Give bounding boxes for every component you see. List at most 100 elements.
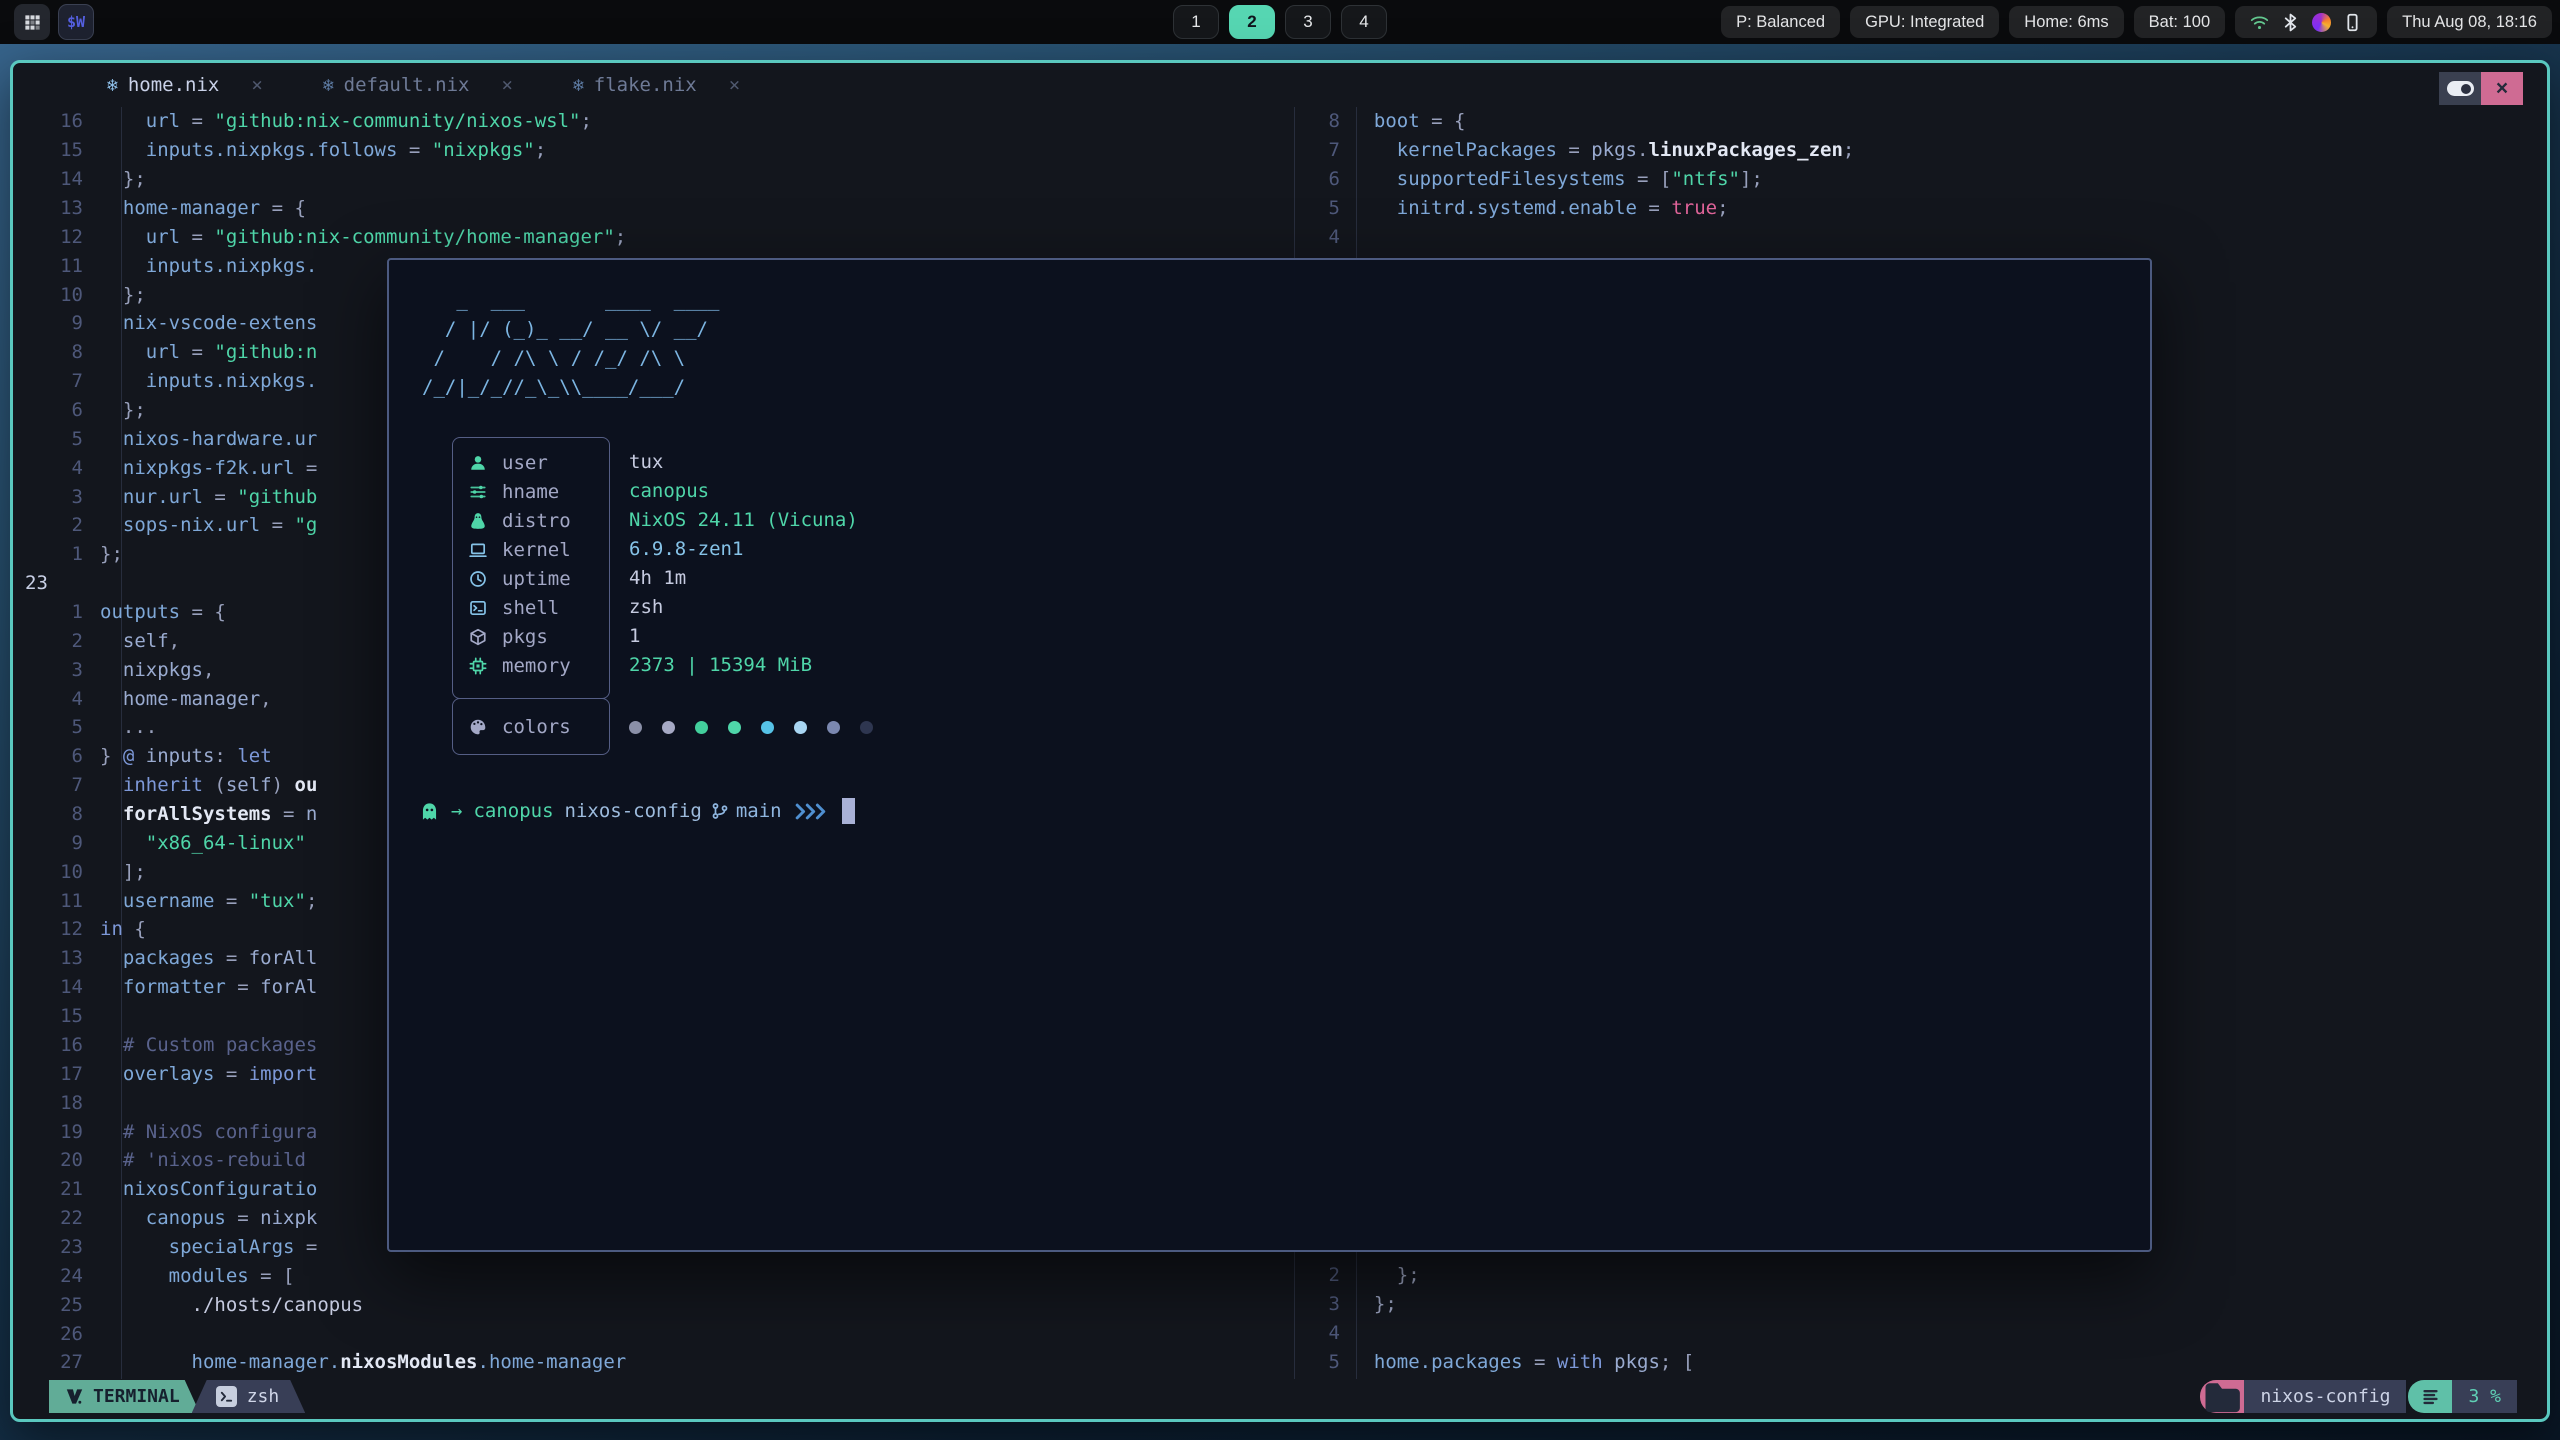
code-text: packages = forAll: [100, 947, 317, 969]
vim-icon: [65, 1387, 84, 1406]
line-number: 6: [1290, 168, 1340, 190]
fetch-value-hname: canopus: [629, 476, 858, 505]
line-number: 12: [13, 918, 83, 940]
git-branch-icon: [711, 802, 729, 820]
prompt-arrow: →: [451, 800, 462, 822]
fetch-value-distro: NixOS 24.11 (Vicuna): [629, 505, 858, 534]
code-text: home-manager.nixosModules.home-manager: [100, 1351, 626, 1373]
line-number: 19: [13, 1121, 83, 1143]
line-number: 13: [13, 197, 83, 219]
line-number: 2: [13, 514, 83, 536]
prompt-branch: main: [736, 800, 782, 822]
fetch-row-uptime: uptime: [453, 564, 609, 593]
code-text: inherit (self) ou: [100, 774, 317, 796]
tab-close-icon[interactable]: ×: [251, 74, 262, 96]
code-text: initrd.systemd.enable = true;: [1351, 197, 1729, 219]
code-text: url = "github:nix-community/home-manager…: [100, 226, 626, 248]
fetch-colors-box: colors: [452, 698, 610, 755]
code-line: 25 ./hosts/canopus: [13, 1290, 1303, 1319]
fetch-label: distro: [502, 510, 571, 532]
code-text: inputs.nixpkgs.: [100, 255, 317, 277]
tab-close-icon[interactable]: ×: [729, 74, 740, 96]
workspace-button-4[interactable]: 4: [1341, 5, 1387, 39]
tray-pill[interactable]: [2235, 6, 2377, 38]
code-text: supportedFilesystems = ["ntfs"];: [1351, 168, 1763, 190]
line-number: 15: [13, 1005, 83, 1027]
line-number: 9: [13, 312, 83, 334]
folder-icon: [2200, 1380, 2244, 1413]
code-text: url = "github:n: [100, 341, 317, 363]
line-number: 16: [13, 1034, 83, 1056]
line-number: 13: [13, 947, 83, 969]
code-text: in {: [100, 918, 146, 940]
window-controls: ×: [2439, 72, 2523, 105]
code-line: 14 };: [13, 165, 1303, 194]
colors-label: colors: [502, 716, 571, 738]
nix-snowflake-icon: ❄: [323, 75, 334, 96]
code-line: 5 initrd.systemd.enable = true;: [1290, 194, 2490, 223]
code-text: modules = [: [100, 1265, 294, 1287]
fetch-label: shell: [502, 597, 559, 619]
code-line: 6 supportedFilesystems = ["ntfs"];: [1290, 165, 2490, 194]
tab-flake-nix[interactable]: ❄flake.nix×: [543, 63, 770, 107]
code-line: 8 boot = {: [1290, 107, 2490, 136]
code-text: kernelPackages = pkgs.linuxPackages_zen;: [1351, 139, 1854, 161]
fetch-value-pkgs: 1: [629, 621, 858, 650]
terminal-window[interactable]: _ ___ ____ ____ / |/ (_)_ __/ __ \/ __/ …: [387, 258, 2152, 1252]
line-number: 2: [1290, 1264, 1340, 1286]
code-text: self,: [100, 630, 180, 652]
tab-label: flake.nix: [594, 74, 697, 96]
status-bar: TERMINAL zsh nixos-config 3 %: [13, 1380, 2547, 1413]
mode-segment: TERMINAL: [49, 1380, 200, 1413]
fetch-row-kernel: kernel: [453, 535, 609, 564]
uptime-icon: [469, 570, 487, 588]
line-number: 16: [13, 110, 83, 132]
code-text: nixosConfiguratio: [100, 1178, 317, 1200]
code-line: 26: [13, 1319, 1303, 1348]
code-pane-right-bottom[interactable]: 2 };3 };45 home.packages = with pkgs; [: [1290, 1261, 2490, 1376]
hostname-icon: [469, 483, 487, 501]
toggle-icon: [2447, 81, 2474, 96]
line-number: 23: [13, 572, 83, 594]
line-number: 4: [13, 457, 83, 479]
phone-icon: [2343, 13, 2362, 32]
statusbar-right: nixos-config 3 %: [2200, 1380, 2517, 1413]
code-text: };: [100, 284, 146, 306]
fetch-value-user: tux: [629, 447, 858, 476]
workspace-app-button[interactable]: $W: [58, 4, 94, 40]
workspace-button-1[interactable]: 1: [1173, 5, 1219, 39]
line-number: 8: [1290, 110, 1340, 132]
color-dot-2: [695, 721, 708, 734]
line-number: 4: [1290, 1322, 1340, 1344]
distro-icon: [469, 512, 487, 530]
line-number: 9: [13, 832, 83, 854]
shell-prompt[interactable]: → canopus nixos-config main: [419, 798, 855, 824]
app-launcher-button[interactable]: [14, 4, 50, 40]
line-number: 23: [13, 1236, 83, 1258]
code-pane-right-top[interactable]: 8 boot = {7 kernelPackages = pkgs.linuxP…: [1290, 107, 2490, 251]
color-dot-5: [794, 721, 807, 734]
workspace-button-2[interactable]: 2: [1229, 5, 1275, 39]
fetch-label: pkgs: [502, 626, 548, 648]
window-toggle[interactable]: [2439, 72, 2481, 105]
workspace-button-3[interactable]: 3: [1285, 5, 1331, 39]
tab-label: home.nix: [128, 74, 220, 96]
tab-close-icon[interactable]: ×: [502, 74, 513, 96]
color-dot-6: [827, 721, 840, 734]
line-number: 14: [13, 976, 83, 998]
window-close-button[interactable]: ×: [2481, 72, 2523, 105]
tab-home-nix[interactable]: ❄home.nix×: [77, 63, 293, 107]
code-text: overlays = import: [100, 1063, 317, 1085]
chevrons-icon: [793, 803, 829, 820]
code-text: # NixOS configura: [100, 1121, 317, 1143]
line-number: 3: [13, 486, 83, 508]
line-number: 27: [13, 1351, 83, 1373]
color-dot-0: [629, 721, 642, 734]
code-text: ...: [100, 716, 157, 738]
color-dot-3: [728, 721, 741, 734]
line-number: 5: [13, 428, 83, 450]
line-number: 4: [1290, 226, 1340, 248]
code-line: 5 home.packages = with pkgs; [: [1290, 1348, 2490, 1377]
code-text: outputs = {: [100, 601, 226, 623]
tab-default-nix[interactable]: ❄default.nix×: [293, 63, 543, 107]
